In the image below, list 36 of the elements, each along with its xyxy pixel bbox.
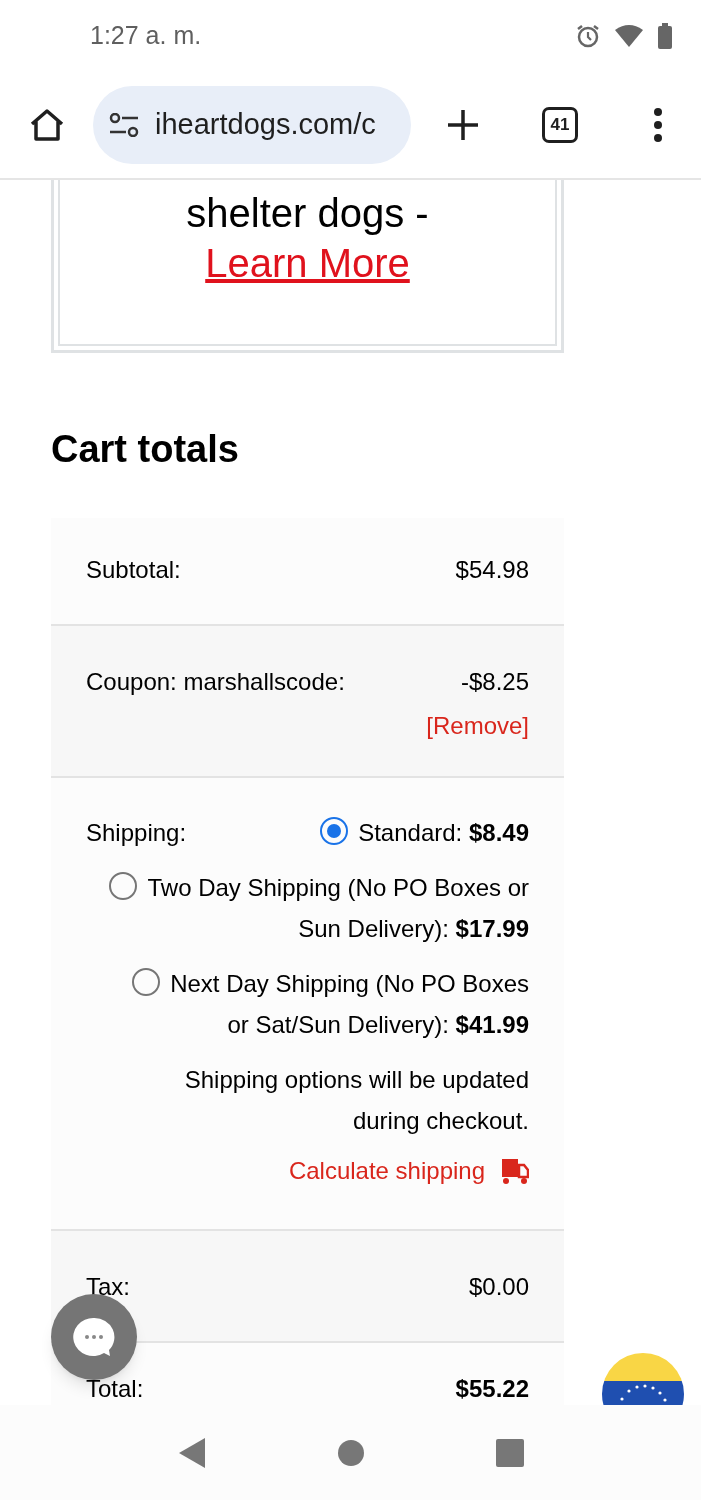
shipping-option[interactable]: Standard: $8.49 (320, 812, 529, 853)
home-icon[interactable] (29, 108, 65, 142)
chat-icon (73, 1317, 115, 1357)
plus-icon[interactable] (446, 108, 480, 142)
remove-coupon-link[interactable]: [Remove] (426, 708, 529, 744)
wifi-icon (615, 25, 643, 47)
learn-more-link[interactable]: Learn More (205, 241, 410, 285)
shipping-option[interactable]: Two Day Shipping (No PO Boxes or Sun Delivery): $17.99 (109, 867, 529, 949)
radio-button[interactable] (320, 817, 349, 845)
total-value: $55.22 (455, 1374, 529, 1404)
recents-icon[interactable] (494, 1437, 525, 1468)
tab-count-button[interactable]: 41 (542, 107, 578, 143)
radio-button[interactable] (132, 968, 161, 996)
status-time: 1:27 a. m. (90, 20, 202, 52)
calculate-shipping-link[interactable]: Calculate shipping (288, 1153, 529, 1189)
truck-icon (501, 1157, 529, 1185)
shipping-option[interactable]: Next Day Shipping (No PO Boxes or Sat/Sun Delivery): $41.99 (129, 963, 529, 1045)
radio-button[interactable] (109, 872, 138, 900)
shipping-label: Shipping: (86, 818, 187, 848)
shipping-note: Shipping options will be updated during checkout. (183, 1065, 529, 1136)
coupon-value: -$8.25 (460, 667, 529, 697)
address-bar[interactable]: iheartdogs.com/c (93, 86, 411, 164)
menu-icon[interactable] (653, 108, 663, 142)
battery-icon (657, 23, 673, 49)
tax-label: Tax: (86, 1272, 130, 1302)
subtotal-value: $54.98 (455, 555, 529, 585)
home-nav-icon[interactable] (336, 1438, 365, 1467)
cart-totals-heading: Cart totals (51, 427, 240, 472)
subtotal-label: Subtotal: (86, 555, 181, 585)
coupon-label: Coupon: marshallscode: (86, 667, 345, 697)
url-text: iheartdogs.com/c (155, 107, 376, 143)
total-label: Total: (86, 1374, 144, 1404)
promo-text: shelter dogs - Learn More (185, 190, 430, 287)
alarm-icon (575, 23, 601, 49)
tax-value: $0.00 (468, 1272, 529, 1302)
site-settings-icon (109, 113, 139, 137)
